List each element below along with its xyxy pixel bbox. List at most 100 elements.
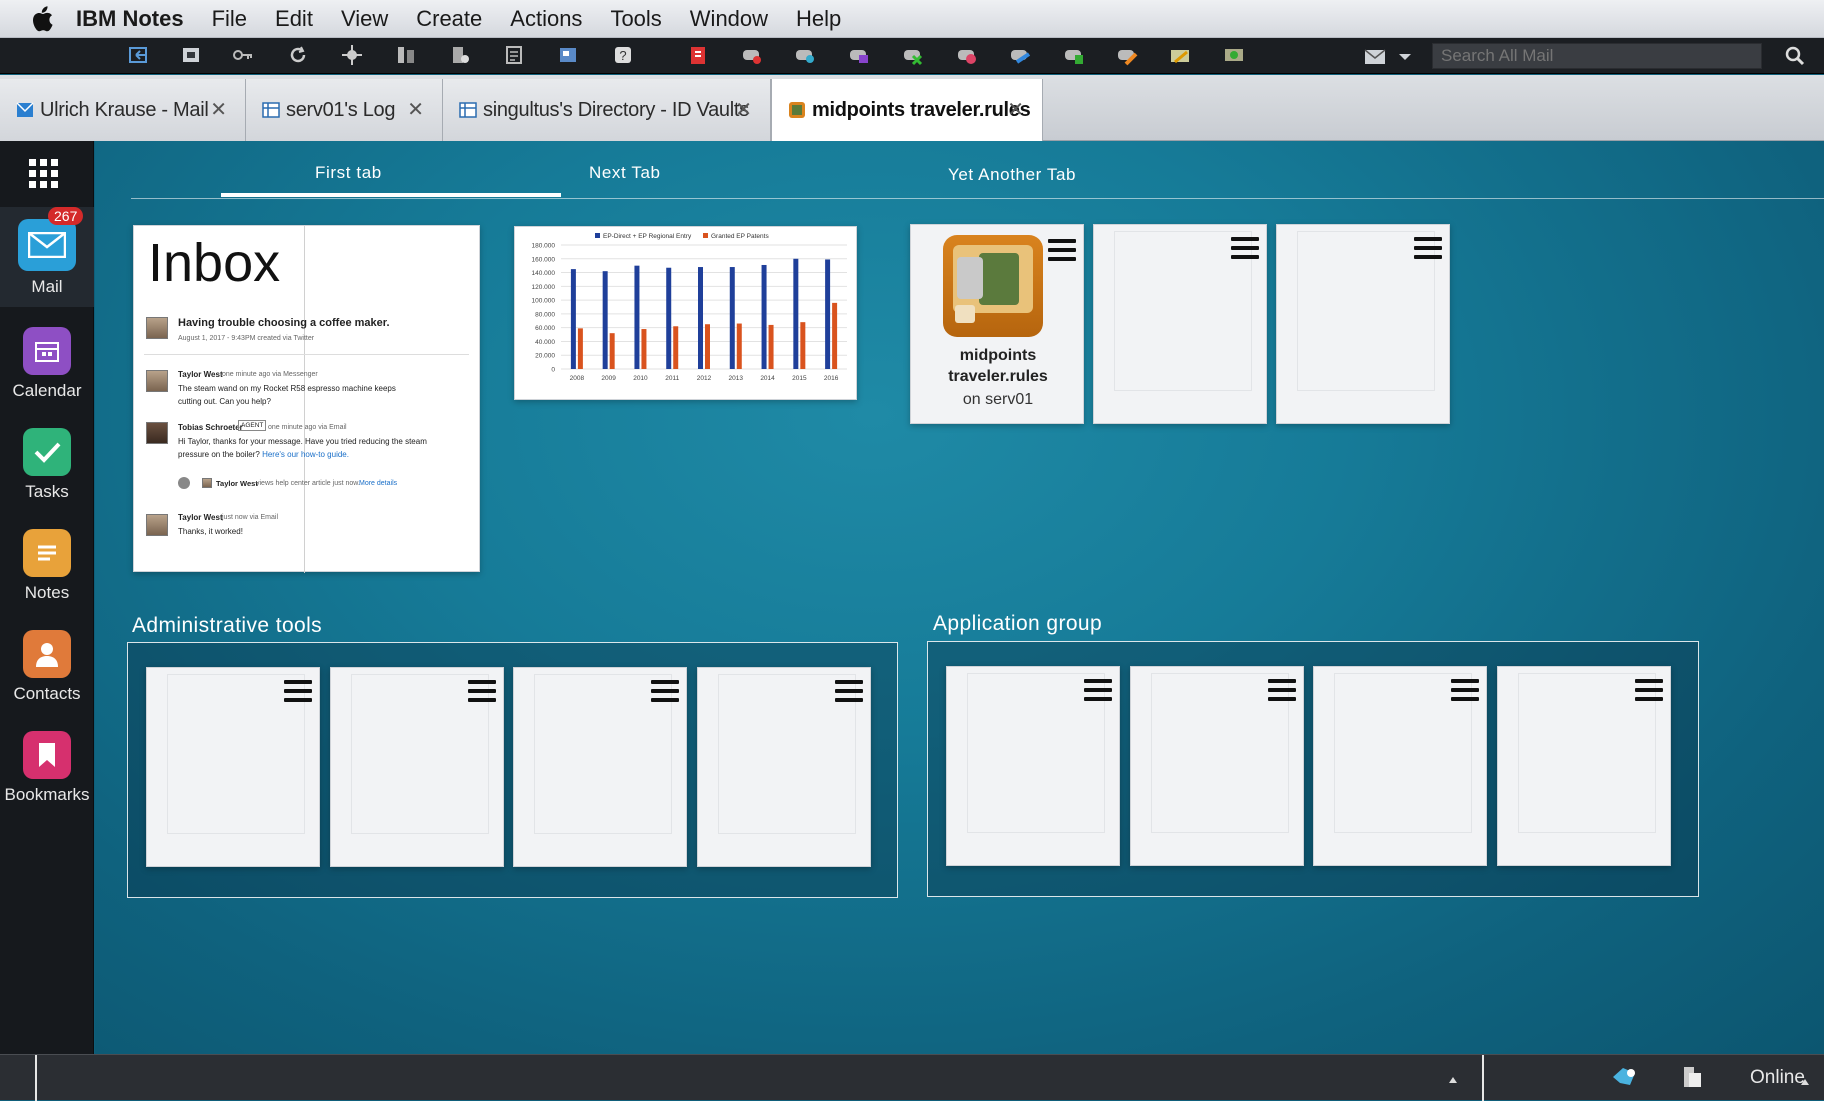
- mail-scope-dropdown[interactable]: [1364, 45, 1414, 69]
- tool-green2-icon[interactable]: [1062, 43, 1086, 67]
- empty-tile[interactable]: [1313, 666, 1487, 866]
- tool-green-icon[interactable]: [901, 43, 925, 67]
- tile-menu-icon[interactable]: [1084, 679, 1112, 701]
- y-tick-label: 0: [551, 367, 555, 374]
- sidebar-item-bookmarks[interactable]: Bookmarks: [0, 731, 94, 823]
- online-status[interactable]: Online: [1750, 1067, 1805, 1089]
- legend-label: EP-Direct + EP Regional Entry: [603, 233, 692, 240]
- tile-menu-icon[interactable]: [1635, 679, 1663, 701]
- tool-pink-icon[interactable]: [955, 43, 979, 67]
- tool-yellow-icon[interactable]: [1168, 43, 1192, 67]
- sidebar-item-mail[interactable]: 267 Mail: [0, 207, 94, 307]
- menu-tools[interactable]: Tools: [596, 0, 675, 38]
- agent-tag: AGENT: [238, 420, 267, 431]
- sidebar-item-contacts[interactable]: Contacts: [0, 630, 94, 722]
- empty-tile[interactable]: [1497, 666, 1671, 866]
- preferences-icon[interactable]: [448, 43, 472, 67]
- tool-purple-icon[interactable]: [847, 43, 871, 67]
- empty-tile[interactable]: [146, 667, 320, 867]
- tile-menu-icon[interactable]: [468, 680, 496, 702]
- empty-tile[interactable]: [513, 667, 687, 867]
- close-icon[interactable]: ✕: [210, 97, 227, 122]
- x-tick-label: 2008: [570, 375, 585, 382]
- document-icon[interactable]: [502, 43, 526, 67]
- menu-view[interactable]: View: [327, 0, 402, 38]
- menu-create[interactable]: Create: [402, 0, 496, 38]
- x-tick-label: 2014: [760, 375, 775, 382]
- empty-tile[interactable]: [946, 666, 1120, 866]
- empty-tile[interactable]: [1093, 224, 1267, 424]
- tab-yet-another[interactable]: Yet Another Tab: [948, 165, 1076, 185]
- doc-tab-directory[interactable]: singultus's Directory - ID Vaults ✕: [443, 79, 771, 141]
- tool-lightbulb-icon[interactable]: [793, 43, 817, 67]
- empty-tile[interactable]: [697, 667, 871, 867]
- doc-tab-traveler-rules[interactable]: midpoints traveler.rules ✕: [771, 79, 1043, 141]
- more-details-link[interactable]: More details: [359, 477, 397, 490]
- bookmark-icon: [23, 731, 71, 779]
- tile-menu-icon[interactable]: [1231, 237, 1259, 259]
- close-icon[interactable]: ✕: [407, 97, 424, 122]
- bar: [705, 324, 710, 369]
- app-tile-traveler-rules[interactable]: midpoints traveler.rules on serv01: [910, 224, 1084, 424]
- menu-ibm-notes[interactable]: IBM Notes: [62, 0, 198, 38]
- empty-tile[interactable]: [330, 667, 504, 867]
- key-icon[interactable]: [231, 43, 255, 67]
- tool-blue-icon[interactable]: [1008, 43, 1032, 67]
- calendar-icon: [23, 327, 71, 375]
- move-icon[interactable]: [340, 43, 364, 67]
- notification-icon[interactable]: [1610, 1065, 1638, 1096]
- back-icon[interactable]: [126, 43, 150, 67]
- close-icon[interactable]: ✕: [735, 97, 752, 122]
- refresh-icon[interactable]: [286, 43, 310, 67]
- empty-tile[interactable]: [1276, 224, 1450, 424]
- help-icon[interactable]: ?: [611, 43, 635, 67]
- y-tick-label: 20.000: [535, 353, 555, 360]
- empty-tile[interactable]: [1130, 666, 1304, 866]
- sidebar-item-notes[interactable]: Notes: [0, 529, 94, 621]
- close-icon[interactable]: ✕: [1007, 97, 1024, 122]
- sidebar-item-calendar[interactable]: Calendar: [0, 327, 94, 419]
- menu-window[interactable]: Window: [676, 0, 782, 38]
- tab-first[interactable]: First tab: [315, 163, 382, 183]
- tool-olive-icon[interactable]: [1222, 43, 1246, 67]
- status-expand-icon[interactable]: [1448, 1071, 1458, 1089]
- sidebar: 267 Mail Calendar Tasks Notes Contacts B…: [0, 141, 94, 1054]
- menu-bar: IBM Notes File Edit View Create Actions …: [0, 0, 1824, 38]
- sender: Taylor West: [178, 513, 223, 522]
- doc-tab-mail[interactable]: Ulrich Krause - Mail ✕: [0, 79, 246, 141]
- sidebar-item-tasks[interactable]: Tasks: [0, 428, 94, 520]
- menu-actions[interactable]: Actions: [496, 0, 596, 38]
- app-launcher-icon[interactable]: [29, 159, 59, 189]
- tile-menu-icon[interactable]: [1414, 237, 1442, 259]
- menu-edit[interactable]: Edit: [261, 0, 327, 38]
- tile-menu-icon[interactable]: [1048, 239, 1076, 261]
- active-tab-indicator: [221, 193, 561, 197]
- tile-menu-icon[interactable]: [1268, 679, 1296, 701]
- search-icon[interactable]: [1782, 44, 1808, 68]
- tile-menu-icon[interactable]: [651, 680, 679, 702]
- tile-menu-icon[interactable]: [835, 680, 863, 702]
- sidebar-item-label: Tasks: [25, 482, 69, 501]
- search-input[interactable]: [1432, 43, 1762, 69]
- inbox-preview-tile[interactable]: Inbox Having trouble choosing a coffee m…: [133, 225, 480, 573]
- tile-menu-icon[interactable]: [284, 680, 312, 702]
- home-icon[interactable]: [179, 43, 203, 67]
- view-event: views help center article just now.: [256, 480, 360, 487]
- replication-icon[interactable]: [1680, 1065, 1704, 1096]
- sidebar-item-label: Calendar: [12, 381, 82, 400]
- apple-icon[interactable]: [22, 0, 62, 38]
- doc-tab-log[interactable]: serv01's Log ✕: [246, 79, 443, 141]
- menu-help[interactable]: Help: [782, 0, 855, 38]
- menu-file[interactable]: File: [198, 0, 261, 38]
- tab-next[interactable]: Next Tab: [589, 163, 661, 183]
- how-to-link[interactable]: Here's our how-to guide.: [262, 450, 349, 459]
- tool-red-icon[interactable]: [686, 43, 710, 67]
- svg-text:?: ?: [619, 48, 626, 63]
- replicate-icon[interactable]: [394, 43, 418, 67]
- tile-menu-icon[interactable]: [1451, 679, 1479, 701]
- workspace-icon[interactable]: [556, 43, 580, 67]
- chart-preview-tile[interactable]: 0 20.000 40.000 60.000 80.000 100.000 120.000 1…: [514, 226, 857, 400]
- tool-gamepad-icon[interactable]: [740, 43, 764, 67]
- online-status-chevron-icon[interactable]: [1800, 1073, 1810, 1091]
- tool-orange-icon[interactable]: [1115, 43, 1139, 67]
